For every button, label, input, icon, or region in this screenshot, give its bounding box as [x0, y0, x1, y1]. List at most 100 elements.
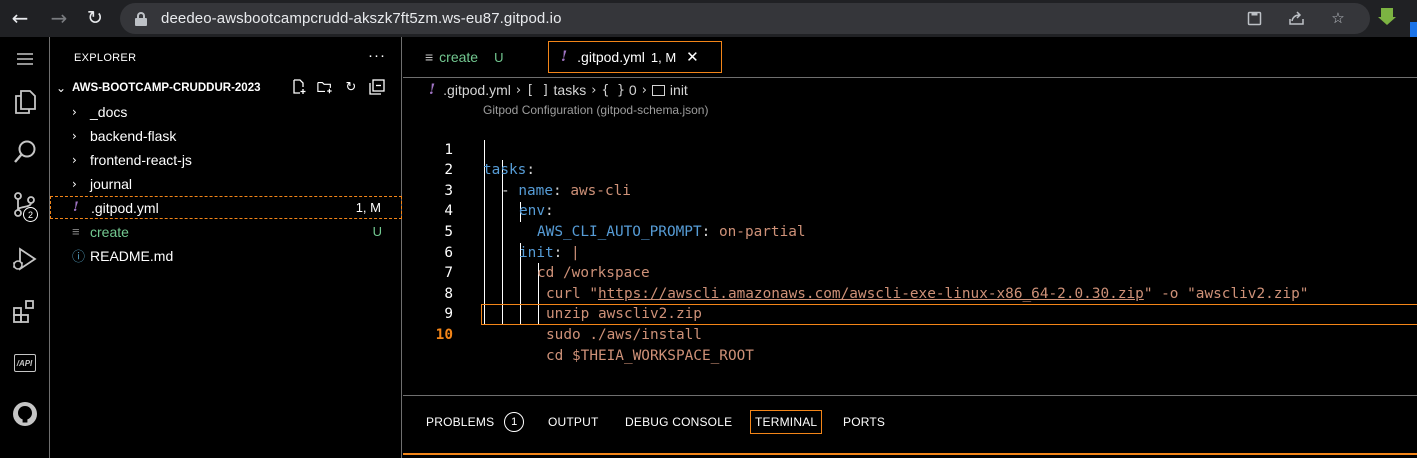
breadcrumb: ! .gitpod.yml › [ ] tasks › { } 0 › init: [429, 80, 688, 100]
new-folder-icon[interactable]: [317, 79, 333, 95]
code-line[interactable]: 5 init: |: [403, 201, 1417, 261]
chevron-right-icon: ›: [591, 82, 597, 98]
editor-tabs: ≡ create U ! .gitpod.yml 1, M ✕: [403, 37, 1417, 78]
explorer-title: EXPLORER: [74, 52, 137, 64]
github-icon[interactable]: [0, 394, 49, 434]
code-line[interactable]: 7 curl "https://awscli.amazonaws.com/aws…: [403, 243, 1417, 302]
tree-item-frontend-react-js[interactable]: › frontend-react-js: [50, 148, 402, 171]
chevron-right-icon: ›: [72, 104, 77, 119]
back-arrow-icon[interactable]: ←: [7, 5, 33, 31]
breadcrumb-tasks[interactable]: tasks: [554, 82, 587, 98]
yaml-file-icon: !: [73, 200, 79, 215]
tree-item-gitpod-yml[interactable]: ! .gitpod.yml 1, M: [50, 196, 402, 219]
tree-item-journal[interactable]: › journal: [50, 172, 402, 195]
bottom-panel: PROBLEMS 1 OUTPUT DEBUG CONSOLE TERMINAL…: [403, 395, 1417, 458]
chevron-right-icon: ›: [72, 128, 77, 143]
download-extension-icon[interactable]: [1378, 8, 1396, 28]
text-file-icon: ≡: [425, 49, 434, 65]
new-file-icon[interactable]: [291, 79, 307, 95]
tab-output[interactable]: OUTPUT: [548, 410, 599, 434]
search-icon[interactable]: [0, 132, 49, 172]
tree-item-backend-flask[interactable]: › backend-flask: [50, 124, 402, 147]
panel-tab-label: PROBLEMS: [426, 415, 495, 429]
chevron-down-icon: ⌄: [56, 81, 67, 95]
tab-status: U: [494, 49, 504, 65]
code-line[interactable]: 2 - name: aws-cli: [403, 140, 1417, 199]
api-icon[interactable]: /API: [0, 343, 49, 383]
lock-icon[interactable]: [135, 11, 147, 26]
breadcrumb-index[interactable]: 0: [629, 82, 637, 98]
tab-debug-console[interactable]: DEBUG CONSOLE: [625, 410, 732, 434]
terminal-view[interactable]: [403, 453, 1417, 458]
workspace-folder-name: AWS-BOOTCAMP-CRUDDUR-2023: [72, 82, 261, 94]
extensions-icon[interactable]: [0, 292, 49, 332]
files-icon[interactable]: [0, 82, 49, 122]
tab-status: 1, M: [650, 49, 677, 65]
workspace-folder[interactable]: ⌄ AWS-BOOTCAMP-CRUDDUR-2023 ↻: [50, 77, 402, 99]
explorer-sidebar: EXPLORER ··· ⌄ AWS-BOOTCAMP-CRUDDUR-2023…: [49, 37, 402, 458]
code-line[interactable]: 9 sudo ./aws/install: [403, 284, 1417, 343]
code-line[interactable]: 3 env:: [403, 160, 1417, 220]
tree-item-readme[interactable]: ⓘ README.md: [50, 244, 402, 267]
breadcrumb-file[interactable]: .gitpod.yml: [443, 82, 511, 98]
info-file-icon: ⓘ: [72, 249, 86, 264]
collapse-all-icon[interactable]: [369, 79, 385, 95]
tree-item-label: frontend-react-js: [90, 151, 192, 168]
panel-tab-label: TERMINAL: [755, 415, 818, 429]
tree-item-label: create: [90, 223, 129, 240]
forward-arrow-icon[interactable]: →: [46, 5, 72, 31]
bookmark-star-icon[interactable]: ☆: [1328, 8, 1348, 28]
chevron-right-icon: ›: [72, 176, 77, 191]
tree-item-label: .gitpod.yml: [91, 199, 159, 216]
yaml-file-icon: !: [429, 82, 436, 98]
tab-create[interactable]: ≡ create U: [411, 41, 543, 73]
share-icon[interactable]: [1286, 8, 1306, 28]
breadcrumb-init[interactable]: init: [670, 82, 688, 98]
address-bar[interactable]: deedeo-awsbootcampcrudd-akszk7ft5zm.ws-e…: [120, 3, 1370, 34]
tab-problems[interactable]: PROBLEMS 1: [426, 410, 525, 434]
editor-area: ≡ create U ! .gitpod.yml 1, M ✕ ! .gitpo…: [403, 37, 1417, 458]
more-actions-icon[interactable]: ···: [368, 47, 386, 64]
code-line[interactable]: 4 AWS_CLI_AUTO_PROMPT: on-partial: [403, 181, 1417, 240]
text-file-icon: ≡: [72, 224, 80, 239]
code-line[interactable]: 6 cd /workspace: [403, 222, 1417, 282]
tree-item-docs[interactable]: › _docs: [50, 100, 402, 123]
yaml-value: sudo ./aws/install: [546, 326, 702, 343]
reload-icon[interactable]: ↻: [82, 5, 108, 31]
tree-item-label: backend-flask: [90, 127, 177, 144]
code-line[interactable]: 8 unzip awscliv2.zip: [403, 263, 1417, 323]
code-line-current[interactable]: 10 cd $THEIA_WORKSPACE_ROOT: [403, 304, 1417, 364]
chevron-right-icon: ›: [515, 82, 522, 98]
chevron-right-icon: ›: [641, 82, 647, 98]
menu-icon[interactable]: [0, 39, 49, 79]
browser-toolbar: ← → ↻ deedeo-awsbootcampcrudd-akszk7ft5z…: [0, 0, 1417, 37]
yaml-value: cd $THEIA_WORKSPACE_ROOT: [546, 347, 754, 364]
source-control-icon[interactable]: 2: [0, 185, 49, 225]
tab-gitpod-yml[interactable]: ! .gitpod.yml 1, M ✕: [548, 41, 722, 73]
tab-label: .gitpod.yml: [577, 49, 645, 65]
close-icon[interactable]: ✕: [686, 48, 699, 66]
code-line[interactable]: 1 tasks:: [403, 119, 1417, 179]
address-url[interactable]: deedeo-awsbootcampcrudd-akszk7ft5zm.ws-e…: [161, 10, 562, 27]
line-number: 10: [435, 326, 453, 343]
object-symbol-icon: { }: [601, 82, 625, 98]
tab-terminal[interactable]: TERMINAL: [750, 410, 823, 434]
tab-ports[interactable]: PORTS: [843, 410, 885, 434]
tree-item-label: README.md: [90, 247, 174, 264]
run-debug-icon[interactable]: [0, 239, 49, 279]
activity-bar: 2 /API: [0, 37, 49, 458]
panel-tab-label: OUTPUT: [548, 415, 599, 429]
tree-item-label: journal: [90, 175, 133, 192]
git-status-badge: 1, M: [355, 200, 381, 215]
tree-item-label: _docs: [90, 103, 128, 120]
panel-tab-label: PORTS: [843, 415, 886, 429]
problems-count-badge: 1: [504, 412, 525, 432]
tree-item-create[interactable]: ≡ create U: [50, 220, 402, 243]
schema-codelens[interactable]: Gitpod Configuration (gitpod-schema.json…: [483, 103, 708, 117]
api-icon-label: /API: [13, 354, 36, 372]
refresh-icon[interactable]: ↻: [343, 79, 359, 95]
string-symbol-icon: [651, 84, 665, 96]
profile-avatar[interactable]: [1410, 22, 1417, 37]
open-in-app-icon[interactable]: [1244, 8, 1264, 28]
git-status-badge: U: [372, 224, 382, 239]
